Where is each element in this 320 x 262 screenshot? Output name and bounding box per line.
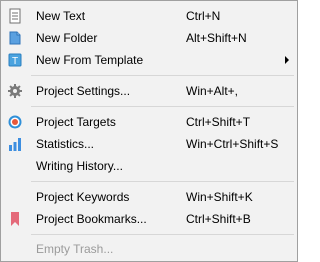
- target-icon: [7, 114, 23, 130]
- gear-icon: [7, 83, 23, 99]
- menu-separator: [31, 234, 294, 235]
- menu-separator: [31, 181, 294, 182]
- menu-item-shortcut: Win+Ctrl+Shift+S: [186, 137, 279, 151]
- menu-item-empty-trash: Empty Trash...: [3, 238, 295, 260]
- menu-item-shortcut: Ctrl+Shift+T: [186, 115, 251, 129]
- menu-item-new-text[interactable]: New Text Ctrl+N: [3, 5, 295, 27]
- menu-item-label: Project Targets: [36, 115, 116, 129]
- submenu-arrow-icon: [285, 56, 289, 64]
- menu-item-writing-history[interactable]: Writing History...: [3, 155, 295, 177]
- menu-item-label: Project Settings...: [36, 84, 131, 98]
- svg-text:T: T: [12, 56, 18, 67]
- menu-item-shortcut: Win+Alt+,: [186, 84, 239, 98]
- text-document-icon: [7, 8, 23, 24]
- bookmark-icon: [7, 211, 23, 227]
- menu-item-project-bookmarks[interactable]: Project Bookmarks... Ctrl+Shift+B: [3, 208, 295, 230]
- menu-item-new-from-template[interactable]: T New From Template: [3, 49, 295, 71]
- menu-item-shortcut: Alt+Shift+N: [186, 31, 247, 45]
- template-icon: T: [7, 52, 23, 68]
- menu-separator: [31, 106, 294, 107]
- menu-item-new-folder[interactable]: New Folder Alt+Shift+N: [3, 27, 295, 49]
- menu-item-label: Writing History...: [36, 159, 123, 173]
- context-menu: New Text Ctrl+N New Folder Alt+Shift+N T…: [0, 0, 298, 262]
- menu-item-label: Project Keywords: [36, 190, 130, 204]
- bar-chart-icon: [7, 136, 23, 152]
- menu-item-label: Statistics...: [36, 137, 95, 151]
- menu-item-shortcut: Ctrl+Shift+B: [186, 212, 251, 226]
- menu-item-project-targets[interactable]: Project Targets Ctrl+Shift+T: [3, 111, 295, 133]
- menu-item-label: New Folder: [36, 31, 98, 45]
- menu-item-project-keywords[interactable]: Project Keywords Win+Shift+K: [3, 186, 295, 208]
- menu-item-label: New From Template: [36, 53, 144, 67]
- menu-item-shortcut: Ctrl+N: [186, 9, 221, 23]
- menu-item-statistics[interactable]: Statistics... Win+Ctrl+Shift+S: [3, 133, 295, 155]
- menu-item-shortcut: Win+Shift+K: [186, 190, 253, 204]
- menu-item-label: New Text: [36, 9, 86, 23]
- menu-item-label: Project Bookmarks...: [36, 212, 147, 226]
- menu-separator: [31, 75, 294, 76]
- folder-icon: [7, 30, 23, 46]
- menu-item-project-settings[interactable]: Project Settings... Win+Alt+,: [3, 80, 295, 102]
- menu-item-label: Empty Trash...: [36, 242, 114, 256]
